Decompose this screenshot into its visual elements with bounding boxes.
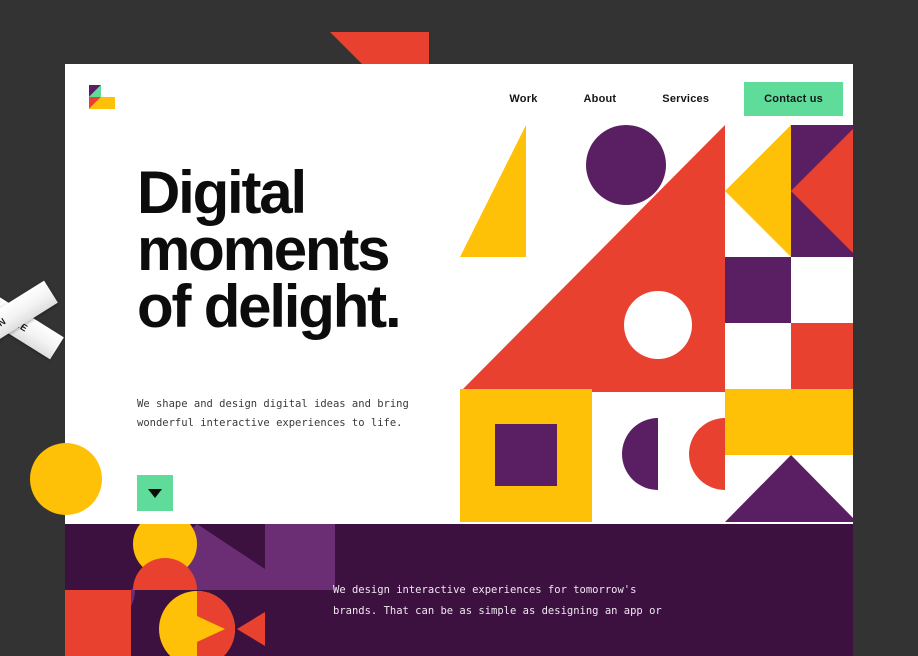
hero-card: Work About Services Contact us Digital m… [65,64,853,656]
brand-logo-icon[interactable] [89,85,115,111]
shape-purple-half-circle [622,418,658,490]
shape-purple-circle [586,125,666,205]
shape-purple-square [725,257,791,323]
headline-line-3: of delight. [137,273,402,340]
hero-subtext-line-1: We shape and design digital ideas and br… [137,398,409,410]
shape-yellow-left-triangle [725,125,791,257]
main-nav: Work About Services Contact us [486,82,843,116]
award-ribbon: HONORABLE MENTION [0,258,96,388]
shape-yellow-bar [725,389,853,455]
nav-item-work[interactable]: Work [486,93,560,105]
geometric-pattern-art [460,125,853,522]
footer-text-line-2: brands. That can be as simple as designi… [333,605,662,617]
footer-text: We design interactive experiences for to… [333,580,753,622]
shape-white-circle [624,291,692,359]
shape-inner-purple-square [495,424,557,486]
shape-yellow-triangle [460,125,526,257]
nav-item-about[interactable]: About [561,93,640,105]
footer-text-line-1: We design interactive experiences for to… [333,584,637,596]
shape-red-half-circle [689,418,725,490]
footer-geometric-pattern [65,524,335,656]
nav-item-services[interactable]: Services [639,93,732,105]
hero-content: Digital moments of delight. We shape and… [137,163,467,511]
scroll-down-button[interactable] [137,475,173,511]
decor-yellow-circle [30,443,102,515]
ribbon-line-2: MENTION [0,315,9,351]
hero-subtext-line-2: wonderful interactive experiences to lif… [137,417,403,429]
site-header: Work About Services Contact us [65,64,853,134]
chevron-down-icon [148,488,162,498]
screenshot-root: Work About Services Contact us Digital m… [0,0,918,656]
footer-section: We design interactive experiences for to… [65,524,853,656]
hero-subtext: We shape and design digital ideas and br… [137,395,467,433]
shape-red-square [791,323,853,389]
shape-purple-triangle [725,455,853,522]
page-title: Digital moments of delight. [137,163,467,337]
contact-us-button[interactable]: Contact us [744,82,843,116]
